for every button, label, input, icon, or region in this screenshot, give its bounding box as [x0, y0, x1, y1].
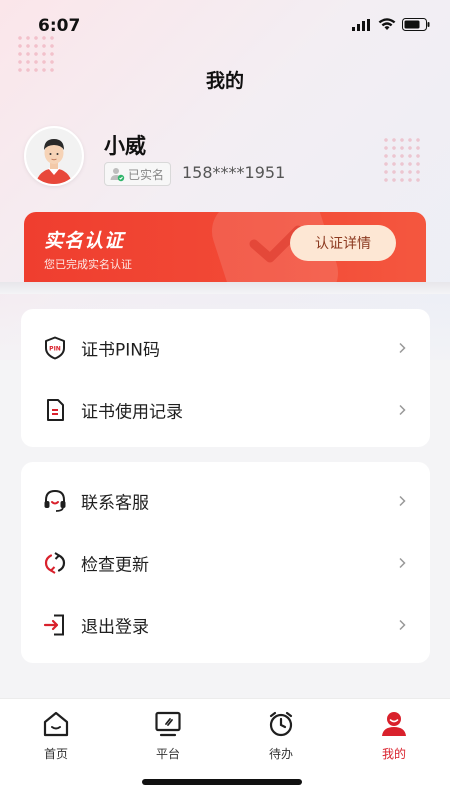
menu-item-check-update[interactable]: 检查更新 [21, 532, 430, 594]
status-time: 6:07 [38, 16, 81, 36]
tab-label: 平台 [155, 747, 180, 761]
menu-item-logout[interactable]: 退出登录 [21, 594, 430, 656]
svg-text:PIN: PIN [49, 346, 61, 353]
headset-icon [43, 489, 67, 513]
status-icons [352, 18, 430, 31]
menu-card-support: 联系客服 检查更新 退出登录 [21, 462, 430, 663]
signal-icon [352, 18, 370, 31]
menu-card-certificates: PIN 证书PIN码 证书使用记录 [21, 309, 430, 447]
real-name-auth-card: 实名认证 您已完成实名认证 认证详情 [24, 212, 426, 286]
menu-item-label: 联系客服 [81, 493, 149, 514]
page-title: 我的 [205, 70, 244, 92]
menu-item-contact-support[interactable]: 联系客服 [21, 470, 430, 532]
home-indicator [142, 779, 302, 785]
tab-todo[interactable]: 待办 [225, 709, 337, 765]
user-name: 小威 [104, 134, 146, 158]
menu-item-label: 证书使用记录 [81, 402, 183, 423]
verified-badge: 已实名 [104, 162, 172, 186]
status-bar: 6:07 [0, 0, 450, 52]
tab-label: 待办 [268, 747, 293, 761]
chevron-right-icon [399, 404, 406, 416]
menu-item-label: 证书PIN码 [81, 340, 160, 361]
auth-card-subtitle: 您已完成实名认证 [44, 258, 132, 271]
avatar[interactable] [24, 126, 84, 186]
tab-home[interactable]: 首页 [0, 709, 112, 765]
battery-icon [402, 18, 430, 31]
menu-item-label: 检查更新 [81, 555, 149, 576]
auth-card-title: 实名认证 [44, 230, 125, 252]
avatar-person-icon [26, 128, 82, 184]
profile-icon [379, 709, 409, 739]
wifi-icon [378, 18, 396, 30]
document-icon [43, 398, 67, 422]
chevron-right-icon [399, 557, 406, 569]
chevron-right-icon [399, 619, 406, 631]
auth-details-button[interactable]: 认证详情 [290, 225, 396, 261]
tab-mine[interactable]: 我的 [338, 709, 450, 765]
menu-item-usage-records[interactable]: 证书使用记录 [21, 379, 430, 441]
logout-icon [43, 613, 67, 637]
auth-card-shelf [0, 282, 450, 294]
menu-item-label: 退出登录 [81, 617, 149, 638]
monitor-icon [153, 709, 183, 739]
tab-platform[interactable]: 平台 [112, 709, 224, 765]
alarm-clock-icon [266, 709, 296, 739]
tab-label: 首页 [43, 747, 68, 761]
pin-shield-icon: PIN [43, 336, 67, 360]
chevron-right-icon [399, 342, 406, 354]
verified-user-icon [110, 168, 125, 182]
chevron-right-icon [399, 495, 406, 507]
tab-label: 我的 [381, 747, 406, 761]
verified-badge-label: 已实名 [128, 167, 165, 182]
menu-item-pin[interactable]: PIN 证书PIN码 [21, 317, 430, 379]
refresh-icon [43, 551, 67, 575]
phone-number: 158****1951 [182, 163, 286, 182]
home-icon [41, 709, 71, 739]
decor-dots-right [382, 136, 422, 184]
